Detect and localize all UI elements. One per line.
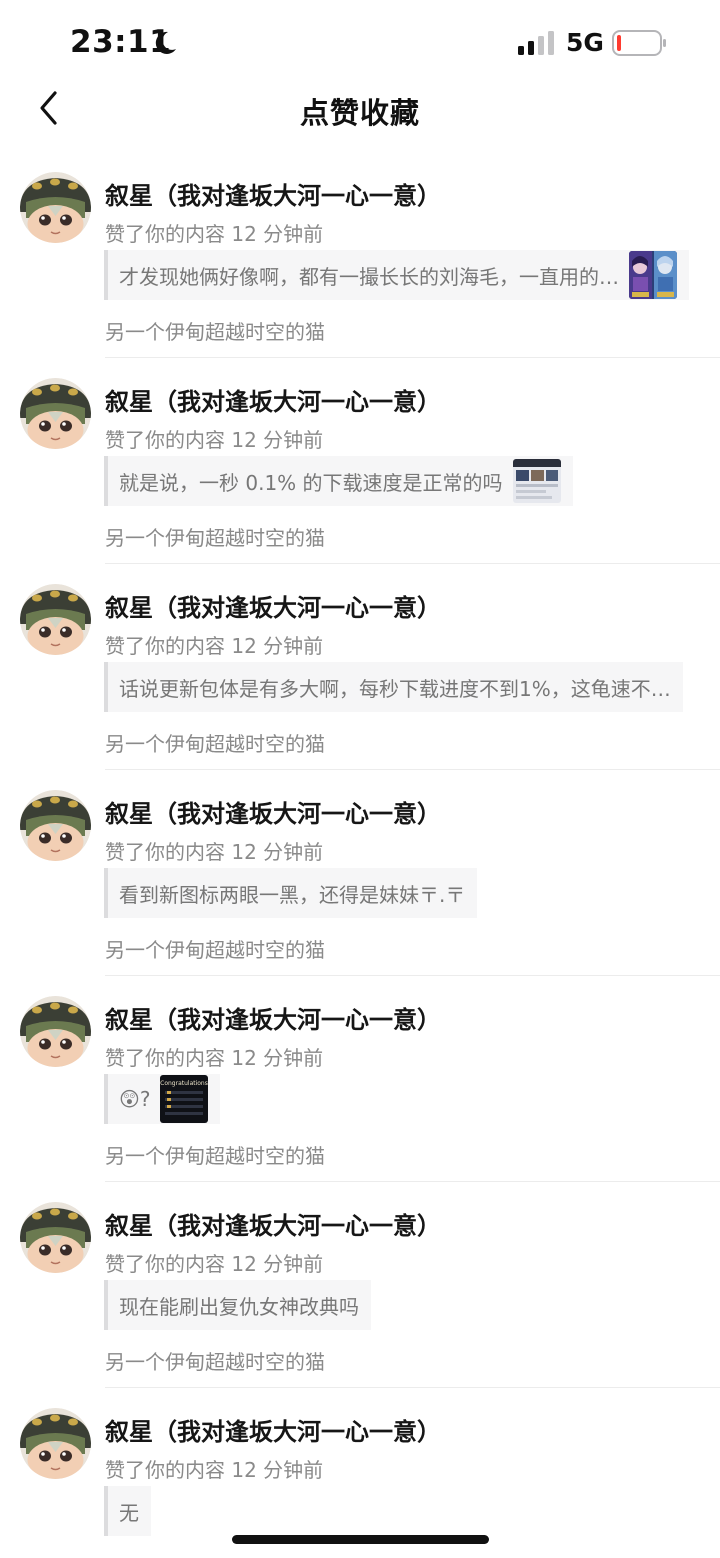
divider [105, 975, 720, 976]
quoted-content[interactable]: 无 [104, 1486, 151, 1536]
avatar[interactable] [20, 1202, 91, 1273]
divider [105, 357, 720, 358]
network-type: 5G [566, 28, 604, 57]
quoted-content-text: 话说更新包体是有多大啊，每秒下载进度不到1%，这龟速不… [119, 676, 671, 701]
action-meta: 赞了你的内容 12 分钟前 [105, 1252, 324, 1276]
quoted-content[interactable]: 就是说，一秒 0.1% 的下载速度是正常的吗 [104, 456, 573, 506]
status-bar: 23:11 5G [0, 0, 720, 88]
quoted-content-text: 现在能刷出复仇女神改典吗 [119, 1294, 359, 1319]
avatar[interactable] [20, 172, 91, 243]
nav-bar: 点赞收藏 [0, 88, 720, 132]
avatar[interactable] [20, 1408, 91, 1479]
page-title: 点赞收藏 [299, 96, 420, 130]
action-meta: 赞了你的内容 12 分钟前 [105, 428, 324, 452]
user-name[interactable]: 叙星（我对逢坂大河一心一意） [105, 1000, 441, 1035]
notification-item[interactable]: 叙星（我对逢坂大河一心一意） 赞了你的内容 12 分钟前现在能刷出复仇女神改典吗另… [0, 1198, 720, 1404]
divider [105, 769, 720, 770]
anime-characters-thumbnail[interactable] [629, 251, 677, 299]
source-title[interactable]: 另一个伊甸超越时空的猫 [105, 522, 325, 551]
action-meta: 赞了你的内容 12 分钟前 [105, 1046, 324, 1070]
source-title[interactable]: 另一个伊甸超越时空的猫 [105, 1552, 325, 1558]
quoted-content-text: 就是说，一秒 0.1% 的下载速度是正常的吗 [119, 470, 503, 495]
avatar[interactable] [20, 584, 91, 655]
quoted-content[interactable]: 话说更新包体是有多大啊，每秒下载进度不到1%，这龟速不… [104, 662, 683, 712]
avatar[interactable] [20, 378, 91, 449]
source-title[interactable]: 另一个伊甸超越时空的猫 [105, 934, 325, 963]
source-title[interactable]: 另一个伊甸超越时空的猫 [105, 1140, 325, 1169]
action-meta: 赞了你的内容 12 分钟前 [105, 634, 324, 658]
action-meta: 赞了你的内容 12 分钟前 [105, 840, 324, 864]
quoted-content-text: 无 [119, 1500, 139, 1525]
quoted-content[interactable]: 现在能刷出复仇女神改典吗 [104, 1280, 371, 1330]
avatar[interactable] [20, 790, 91, 861]
battery-icon [612, 30, 666, 56]
action-meta: 赞了你的内容 12 分钟前 [105, 222, 324, 246]
notification-item[interactable]: 叙星（我对逢坂大河一心一意） 赞了你的内容 12 分钟前才发现她俩好像啊，都有一撮… [0, 168, 720, 374]
notification-item[interactable]: 叙星（我对逢坂大河一心一意） 赞了你的内容 12 分钟前 😲? Congratulat… [0, 992, 720, 1198]
source-title[interactable]: 另一个伊甸超越时空的猫 [105, 1346, 325, 1375]
congratulations-thumbnail-text: Congratulations [161, 1080, 209, 1087]
user-name[interactable]: 叙星（我对逢坂大河一心一意） [105, 1206, 441, 1241]
notification-list: 叙星（我对逢坂大河一心一意） 赞了你的内容 12 分钟前 才发现她俩好像啊，都有一撮… [0, 168, 720, 1558]
user-name[interactable]: 叙星（我对逢坂大河一心一意） [105, 588, 441, 623]
action-meta: 赞了你的内容 12 分钟前 [105, 1458, 324, 1482]
moon-icon [155, 31, 176, 54]
notification-item[interactable]: 叙星（我对逢坂大河一心一意） 赞了你的内容 12 分钟前话说更新包体是有多大啊，每… [0, 580, 720, 786]
home-indicator [232, 1535, 489, 1544]
divider [105, 1387, 720, 1388]
quoted-content[interactable]: 才发现她俩好像啊，都有一撮长长的刘海毛，一直用的… [104, 250, 689, 300]
source-title[interactable]: 另一个伊甸超越时空的猫 [105, 728, 325, 757]
notification-item[interactable]: 叙星（我对逢坂大河一心一意） 赞了你的内容 12 分钟前就是说，一秒 0.1% 的… [0, 374, 720, 580]
avatar[interactable] [20, 996, 91, 1067]
congratulations-thumbnail[interactable]: Congratulations [160, 1075, 209, 1123]
user-name[interactable]: 叙星（我对逢坂大河一心一意） [105, 176, 441, 211]
notification-item[interactable]: 叙星（我对逢坂大河一心一意） 赞了你的内容 12 分钟前看到新图标两眼一黑，还得是… [0, 786, 720, 992]
quoted-content-text: 才发现她俩好像啊，都有一撮长长的刘海毛，一直用的… [119, 264, 619, 289]
cellular-signal-icon [518, 31, 554, 55]
divider [105, 563, 720, 564]
quoted-content[interactable]: 看到新图标两眼一黑，还得是妹妹〒.〒 [104, 868, 478, 918]
divider [105, 1181, 720, 1182]
user-name[interactable]: 叙星（我对逢坂大河一心一意） [105, 382, 441, 417]
quoted-content-text: 😲? [119, 1087, 151, 1111]
user-name[interactable]: 叙星（我对逢坂大河一心一意） [105, 794, 441, 829]
source-title[interactable]: 另一个伊甸超越时空的猫 [105, 316, 325, 345]
quoted-content-text: 看到新图标两眼一黑，还得是妹妹〒.〒 [119, 882, 466, 907]
screenshot-thumbnail[interactable] [512, 459, 561, 503]
quoted-content[interactable]: 😲? Congratulations [104, 1074, 221, 1124]
user-name[interactable]: 叙星（我对逢坂大河一心一意） [105, 1412, 441, 1447]
